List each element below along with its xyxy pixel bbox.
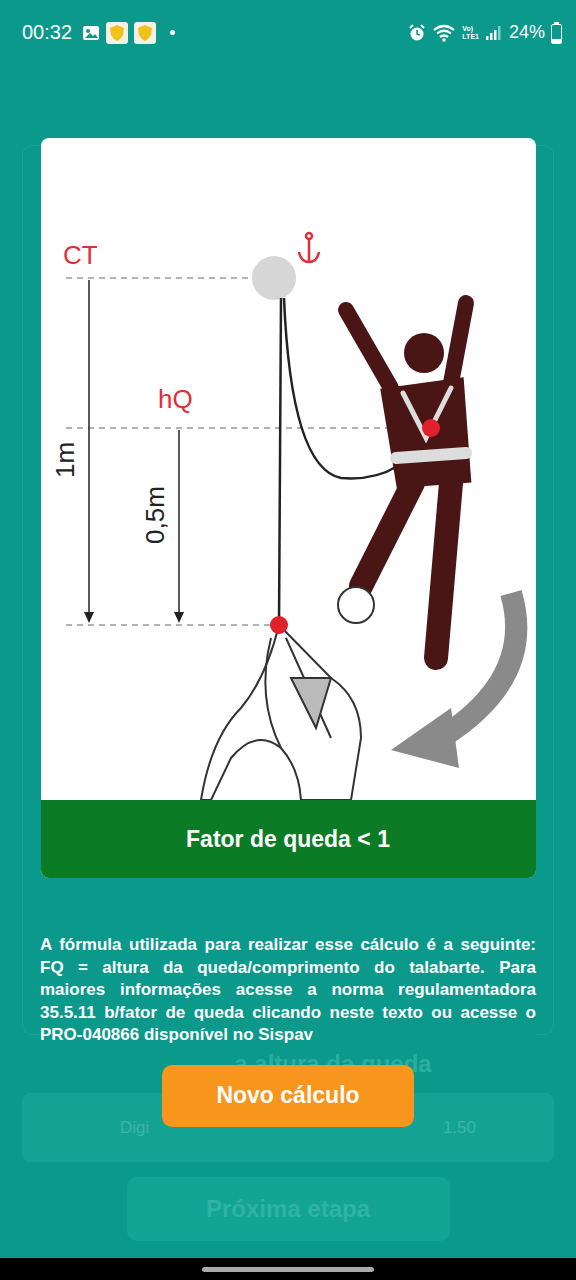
result-dialog: CT hQ 1m 0,5m Fator de queda < 1 A fórmula ut… [40,138,536,1127]
status-bar: 00:32 Vo)LTE1 24% [0,0,576,65]
shield-app-icon [134,22,156,44]
arrested-worker-figure [201,587,374,800]
alarm-icon [408,24,426,42]
fall-factor-diagram: CT hQ 1m 0,5m [41,138,536,800]
swing-arrow-icon [391,593,516,768]
result-banner: Fator de queda < 1 [41,800,536,878]
ct-label: CT [63,240,98,270]
formula-description-link[interactable]: A fórmula utilizada para realizar esse c… [40,934,536,1047]
app-screen: 00:32Vo)LTE124%a altura da quedaDigi1.50… [0,0,576,1280]
partial-height-label: 0,5m [140,486,170,544]
anchor-point [252,256,296,300]
battery-icon [551,22,562,44]
battery-percent: 24% [509,22,545,43]
hq-label: hQ [158,384,193,414]
notification-dot [170,30,175,35]
system-nav-bar [0,1258,576,1280]
fall-factor-card: CT hQ 1m 0,5m Fator de queda < 1 [41,138,536,878]
shield-app-icon [106,22,128,44]
clock: 00:32 [22,21,72,44]
network-type: Vo)LTE1 [462,25,479,41]
next-step-button[interactable]: Próxima etapa [127,1177,450,1241]
home-handle[interactable] [202,1267,374,1272]
total-height-label: 1m [50,442,80,478]
anchor-icon [299,233,319,262]
new-calculation-button[interactable]: Novo cálculo [162,1065,414,1127]
signal-icon [485,25,501,41]
back-attachment-point [270,616,288,634]
chest-attachment-point [422,419,440,437]
gallery-icon [82,24,100,42]
wifi-icon [432,24,456,42]
